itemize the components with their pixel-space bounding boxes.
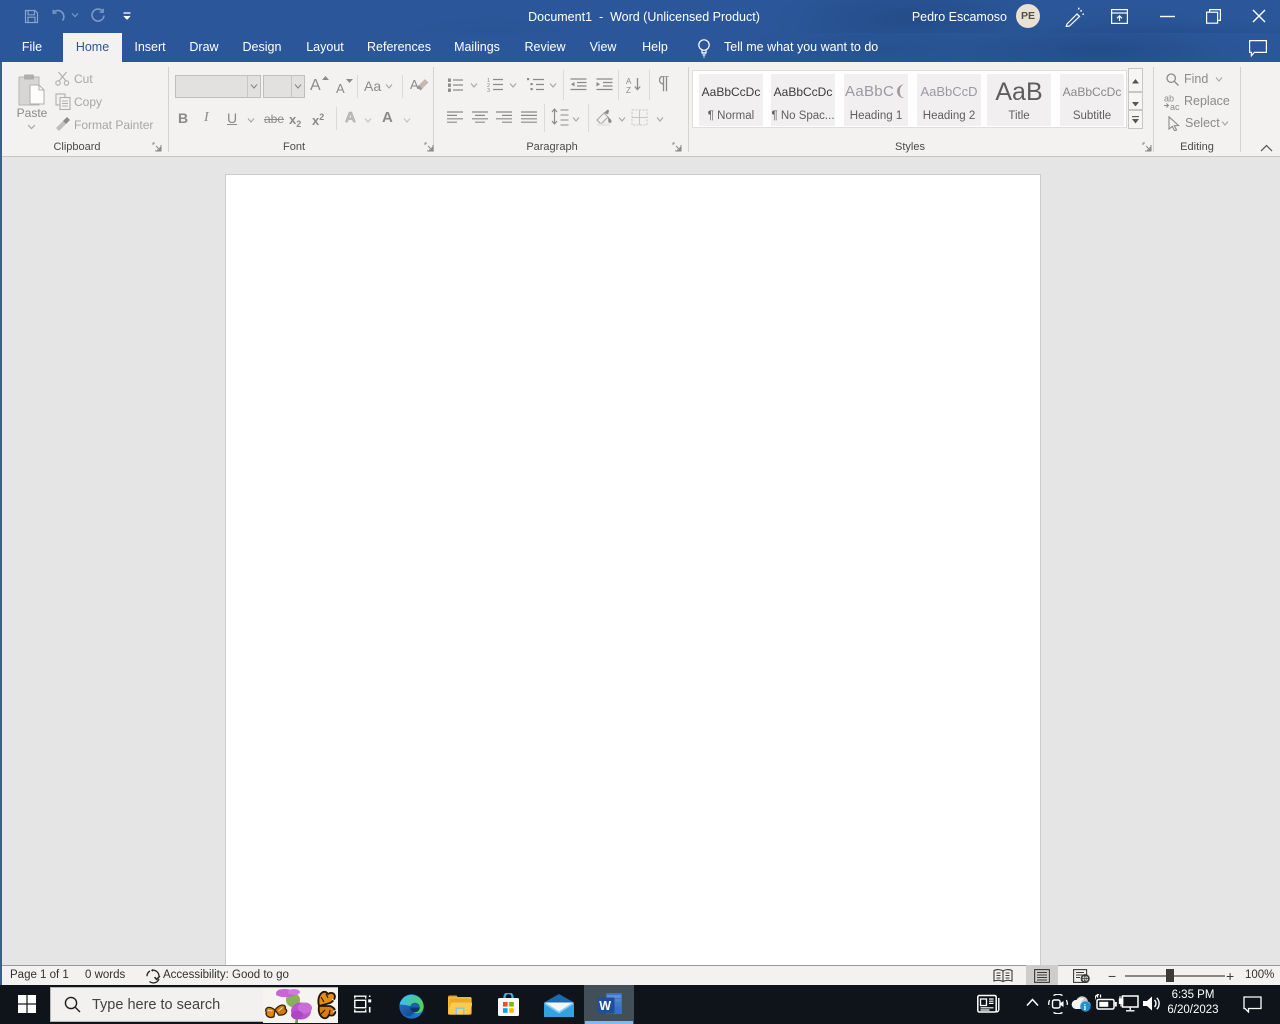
svg-text:Z: Z xyxy=(626,86,631,93)
svg-text:A: A xyxy=(626,77,632,86)
svg-text:ac: ac xyxy=(1170,102,1180,110)
svg-text:3: 3 xyxy=(487,88,490,92)
svg-text:A: A xyxy=(410,77,419,92)
svg-text:W: W xyxy=(599,999,611,1013)
